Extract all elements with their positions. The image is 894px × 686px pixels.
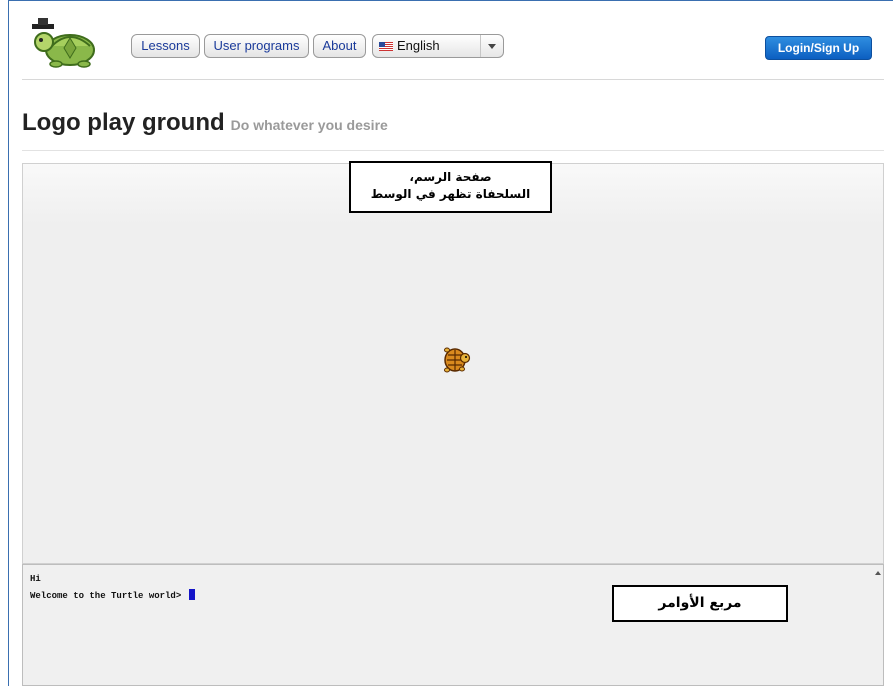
lessons-button[interactable]: Lessons [131, 34, 200, 58]
command-console[interactable]: Hi Welcome to the Turtle world> [22, 564, 884, 686]
console-prompt: Welcome to the Turtle world> [30, 591, 182, 601]
title-divider [22, 150, 884, 151]
text-cursor [188, 589, 195, 600]
user-programs-button[interactable]: User programs [204, 34, 309, 58]
console-prompt-line[interactable]: Welcome to the Turtle world> [30, 589, 195, 601]
header-divider [22, 79, 884, 80]
language-select[interactable]: English [372, 34, 504, 58]
page-title: Logo play ground Do whatever you desire [22, 109, 388, 137]
canvas-annotation-callout: صفحة الرسم، السلحفاة تظهر في الوسط [349, 161, 552, 213]
turtle-logo-icon[interactable] [30, 14, 100, 70]
language-label: English [397, 38, 440, 53]
console-annotation-callout: مربع الأوامر [612, 585, 788, 622]
us-flag-icon [379, 42, 393, 51]
turtle-icon [444, 347, 471, 373]
about-button[interactable]: About [313, 34, 366, 58]
canvas-annotation-line2: السلحفاة تظهر في الوسط [370, 187, 531, 201]
scroll-up-arrow-icon[interactable] [875, 571, 881, 575]
page-subtitle: Do whatever you desire [230, 117, 388, 133]
canvas-annotation-line1: صفحة الرسم، [409, 170, 492, 184]
console-output-line: Hi [30, 574, 41, 584]
chevron-down-icon[interactable] [480, 35, 503, 57]
login-signup-button[interactable]: Login/Sign Up [765, 36, 872, 60]
page-title-text: Logo play ground [22, 109, 225, 136]
